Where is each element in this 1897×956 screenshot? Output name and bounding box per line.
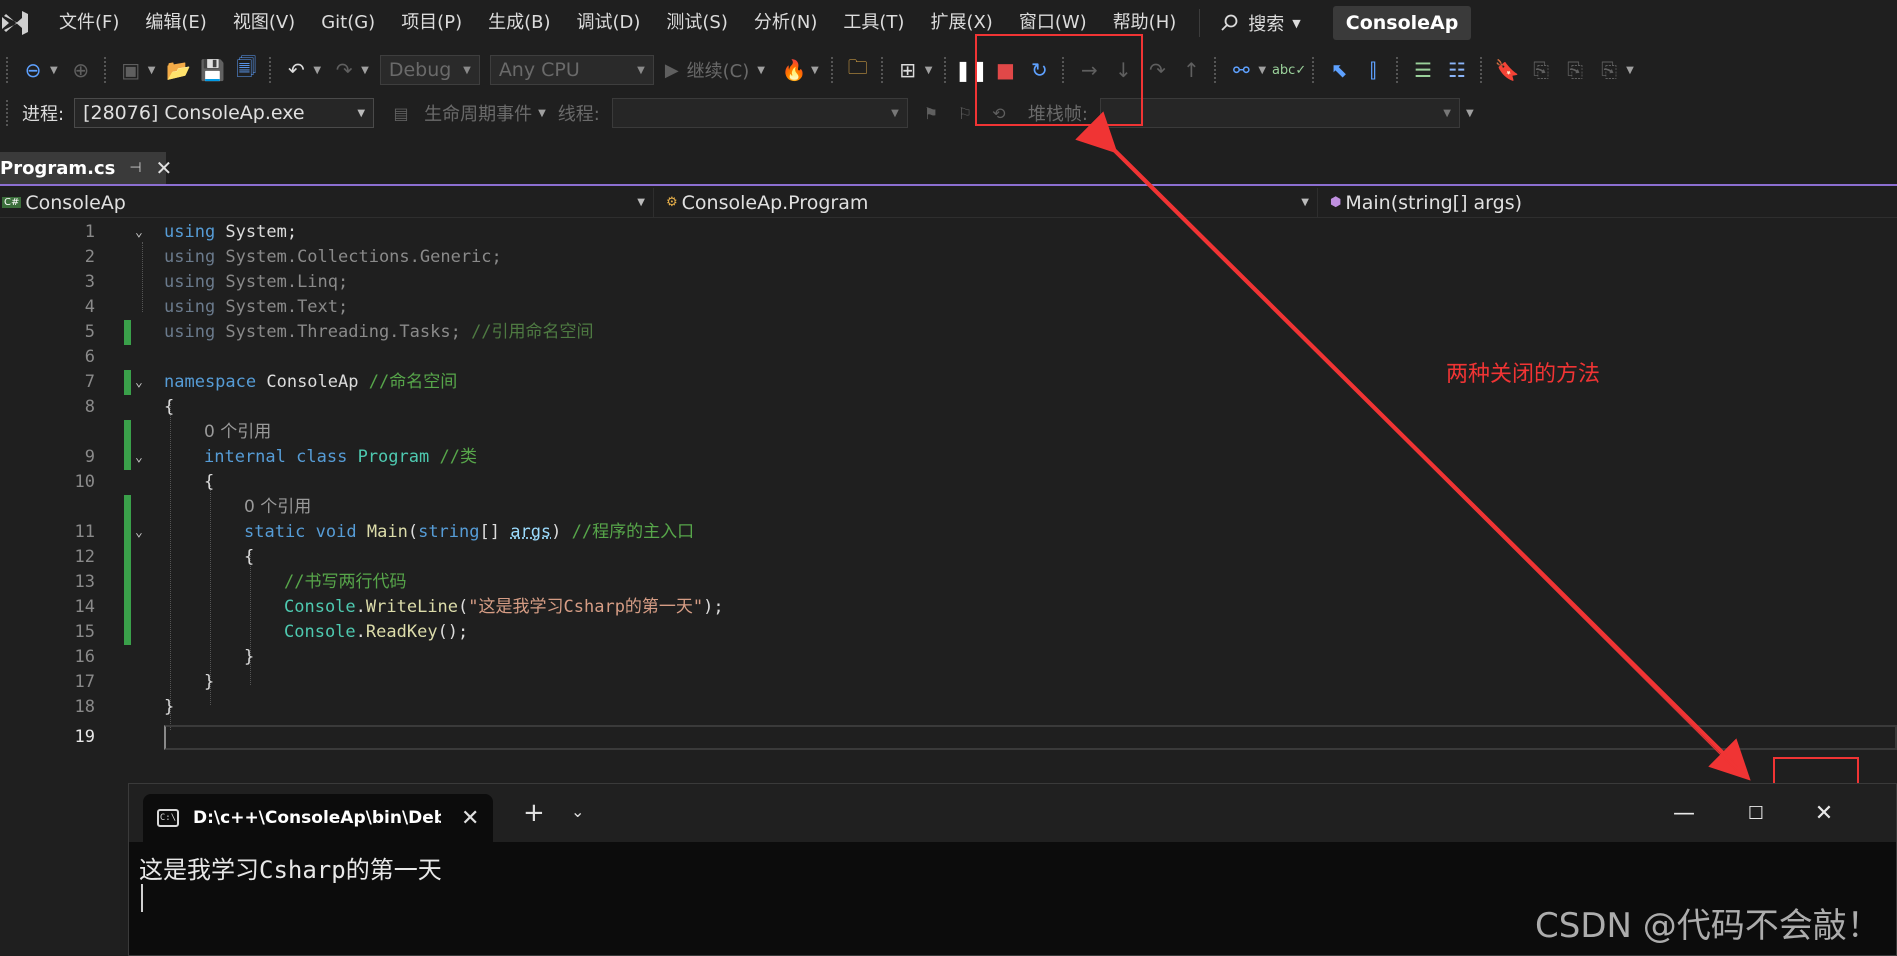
console-titlebar[interactable]: C:\ D:\c++\ConsoleAp\bin\Debug ✕ + ⌄ — ☐… — [129, 784, 1896, 842]
console-tab[interactable]: C:\ D:\c++\ConsoleAp\bin\Debug ✕ — [143, 794, 493, 842]
console-output: 这是我学习Csharp的第一天 — [139, 856, 442, 884]
window-close-icon[interactable]: ✕ — [1801, 796, 1847, 830]
console-tab-title: D:\c++\ConsoleAp\bin\Debug — [193, 808, 441, 828]
annotation-text: 两种关闭的方法 — [1446, 362, 1601, 387]
watermark: CSDN @代码不会敲！ — [1535, 906, 1881, 946]
maximize-icon[interactable]: ☐ — [1733, 796, 1779, 830]
text-cursor — [141, 884, 143, 912]
terminal-icon: C:\ — [157, 809, 179, 827]
annotation-box-debug-stop — [975, 34, 1143, 126]
new-tab-plus-icon[interactable]: + — [523, 798, 545, 828]
chevron-down-icon[interactable]: ⌄ — [571, 802, 584, 821]
close-icon[interactable]: ✕ — [461, 806, 479, 831]
minimize-icon[interactable]: — — [1661, 796, 1707, 830]
